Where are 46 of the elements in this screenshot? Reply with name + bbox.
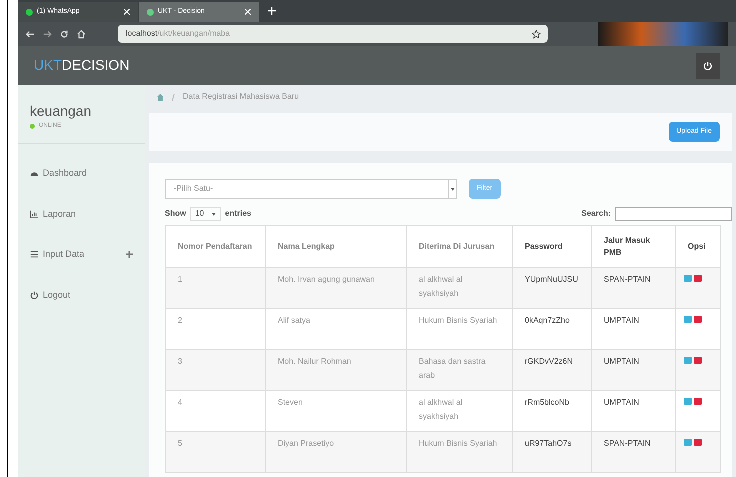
sidebar-item[interactable]: Laporan: [43, 208, 76, 221]
sidebar-item[interactable]: Input Data: [43, 248, 85, 262]
select-placeholder: -Pilih Satu-: [174, 183, 214, 195]
table-cell: SPAN-PTAIN: [592, 432, 676, 472]
delete-icon[interactable]: [694, 398, 702, 405]
forward-icon[interactable]: [43, 30, 52, 38]
back-icon[interactable]: [26, 30, 35, 38]
site-icon: [147, 8, 154, 16]
star-icon[interactable]: [532, 30, 541, 38]
url-text: localhost/ukt/keuangan/maba: [126, 28, 230, 40]
table-cell: uR97TahO7s: [512, 432, 592, 472]
address-bar[interactable]: localhost/ukt/keuangan/maba: [118, 25, 548, 43]
show-label: Show: [165, 208, 186, 220]
bar-chart-icon: [30, 210, 39, 219]
power-button[interactable]: [696, 52, 720, 78]
search-label: Search:: [582, 208, 611, 220]
sidebar-item[interactable]: Logout: [43, 288, 71, 302]
delete-icon[interactable]: [694, 275, 702, 282]
power-icon: [703, 60, 713, 70]
table-cell: Hukum Bisnis Syariah: [406, 432, 512, 472]
power-icon: [30, 290, 39, 300]
column-header[interactable]: Nomor Pendaftaran: [166, 226, 266, 268]
sidebar-item[interactable]: Dashboard: [43, 167, 88, 180]
separator-icon: [172, 94, 175, 100]
site-icon: [26, 8, 33, 16]
brand-logo[interactable]: UKTDECISION: [34, 55, 130, 76]
category-select[interactable]: -Pilih Satu-: [165, 179, 457, 199]
delete-icon[interactable]: [694, 316, 702, 323]
close-icon[interactable]: [124, 9, 130, 15]
table-cell: 5: [166, 432, 266, 472]
reload-icon[interactable]: [60, 30, 69, 38]
delete-icon[interactable]: [694, 439, 702, 446]
dropdown-icon: [212, 212, 216, 216]
breadcrumb-item: Data Registrasi Mahasiswa Baru: [183, 91, 300, 103]
entries-select[interactable]: 10: [190, 207, 222, 221]
search-field[interactable]: [615, 207, 732, 221]
entries-label: entries: [225, 208, 252, 220]
table-cell: Diyan Prasetiyo: [266, 432, 406, 472]
expand-icon[interactable]: [126, 251, 133, 258]
list-icon: [30, 250, 39, 260]
close-icon[interactable]: [245, 9, 251, 15]
dropdown-icon: [450, 188, 454, 190]
user-name: keuangan: [30, 102, 93, 121]
new-tab-icon[interactable]: [268, 7, 276, 15]
home-icon[interactable]: [77, 30, 86, 38]
delete-icon[interactable]: [694, 357, 702, 364]
